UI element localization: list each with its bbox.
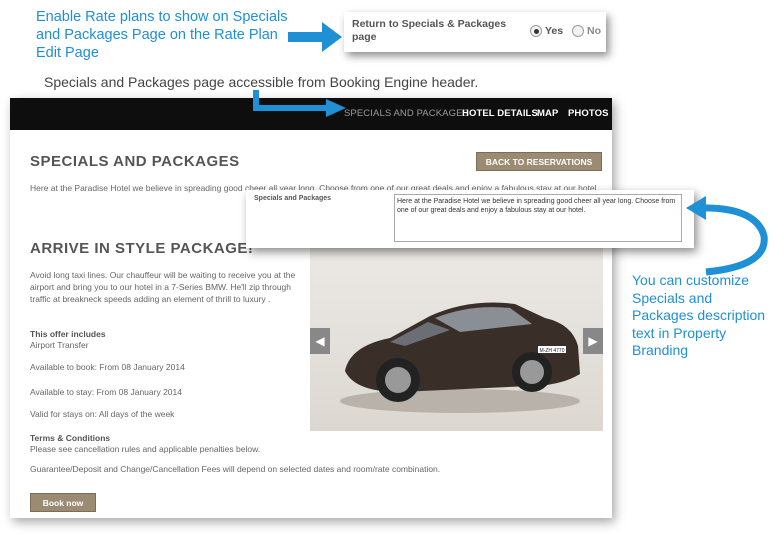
nav-photos[interactable]: PHOTOS xyxy=(568,108,609,119)
rate-plan-setting-card: Return to Specials & Packages page Yes N… xyxy=(344,12,606,52)
return-setting-label: Return to Specials & Packages page xyxy=(352,18,507,43)
includes-item: Airport Transfer xyxy=(30,340,89,350)
radio-yes-label: Yes xyxy=(545,25,564,37)
property-branding-card: Specials and Packages Here at the Paradi… xyxy=(246,190,694,248)
radio-no[interactable]: No xyxy=(572,25,601,37)
radio-no-indicator[interactable] xyxy=(572,25,584,37)
package-image-carousel: M-ZH 4770 ◀ ▶ xyxy=(310,246,603,431)
guarantee-text: Guarantee/Deposit and Change/Cancellatio… xyxy=(30,464,441,474)
package-title: ARRIVE IN STYLE PACKAGE! xyxy=(30,240,254,257)
nav-hotel-details[interactable]: HOTEL DETAILS xyxy=(462,108,538,119)
chevron-right-icon: ▶ xyxy=(588,334,598,348)
branding-description-textarea[interactable]: Here at the Paradise Hotel we believe in… xyxy=(394,194,682,242)
carousel-prev-button[interactable]: ◀ xyxy=(310,328,330,354)
includes-heading: This offer includes xyxy=(30,329,106,339)
package-description: Avoid long taxi lines. Our chauffeur wil… xyxy=(30,270,296,304)
available-to-stay: Available to stay: From 08 January 2014 xyxy=(30,387,182,397)
terms-heading: Terms & Conditions xyxy=(30,433,111,443)
chevron-left-icon: ◀ xyxy=(315,334,325,348)
arrow-down-right-icon xyxy=(253,90,346,117)
branding-field-label: Specials and Packages xyxy=(254,195,332,202)
page-title: SPECIALS AND PACKAGES xyxy=(30,153,240,170)
radio-yes[interactable]: Yes xyxy=(530,25,563,37)
carousel-next-button[interactable]: ▶ xyxy=(583,328,603,354)
valid-days: Valid for stays on: All days of the week xyxy=(30,409,175,419)
radio-no-label: No xyxy=(587,25,601,37)
terms-text: Please see cancellation rules and applic… xyxy=(30,444,261,454)
callout-rate-plan: Enable Rate plans to show on Specials an… xyxy=(36,9,288,61)
arrow-right-icon xyxy=(288,22,342,52)
car-image: M-ZH 4770 xyxy=(340,302,580,413)
callout-header-access: Specials and Packages page accessible fr… xyxy=(44,74,479,90)
nav-specials-packages[interactable]: SPECIALS AND PACKAGES xyxy=(344,108,469,119)
radio-yes-indicator[interactable] xyxy=(530,25,542,37)
car-license-plate: M-ZH 4770 xyxy=(539,348,564,354)
callout-customize: You can customize Specials and Packages … xyxy=(632,272,766,358)
back-to-reservations-button[interactable]: BACK TO RESERVATIONS xyxy=(476,152,602,171)
nav-map[interactable]: MAP xyxy=(537,108,558,119)
available-to-book: Available to book: From 08 January 2014 xyxy=(30,362,185,372)
book-now-button[interactable]: Book now xyxy=(30,493,96,512)
booking-engine-page: SPECIALS AND PACKAGES HOTEL DETAILS MAP … xyxy=(10,98,612,518)
